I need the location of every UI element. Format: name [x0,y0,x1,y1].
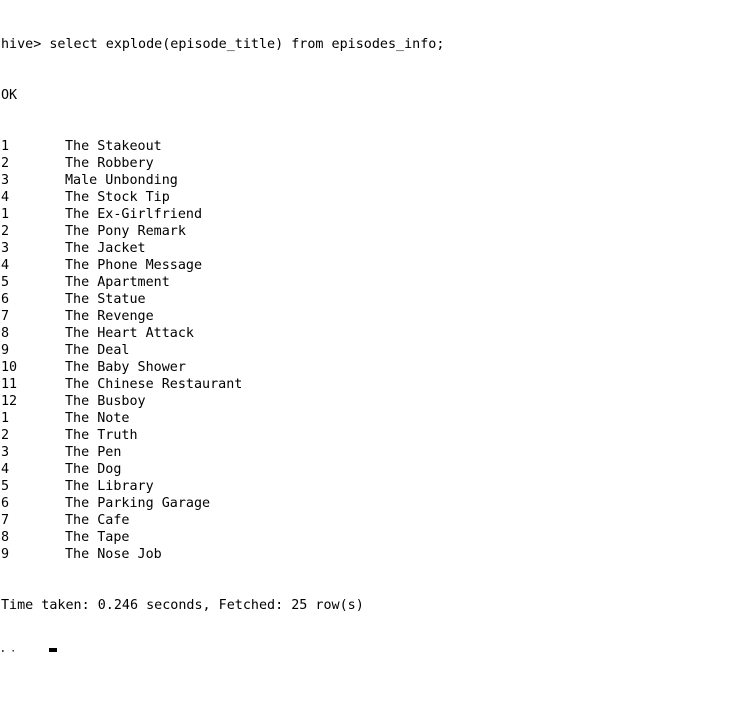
episode-title: The Parking Garage [65,496,211,511]
result-row: 8 The Tape [1,529,740,546]
episode-title: The Dog [65,462,122,477]
result-row: 3 The Pen [1,444,740,461]
episode-title: The Pen [65,445,122,460]
row-number: 4 [1,190,10,205]
result-row: 9 The Deal [1,342,740,359]
row-number: 3 [1,445,10,460]
row-number: 4 [1,258,10,273]
episode-title: The Tape [65,530,130,545]
episode-title: The Cafe [65,513,130,528]
result-row: 2 The Robbery [1,155,740,172]
result-row: 7 The Revenge [1,308,740,325]
row-number: 8 [1,326,10,341]
row-number: 10 [1,360,18,375]
row-number: 12 [1,394,18,409]
terminal-window[interactable]: hive> select explode(episode_title) from… [0,0,740,652]
result-row: 5 The Library [1,478,740,495]
result-row: 1 The Stakeout [1,138,740,155]
result-row: 2 The Truth [1,427,740,444]
episode-title: The Jacket [65,241,146,256]
result-row: 3 Male Unbonding [1,172,740,189]
result-row: 12 The Busboy [1,393,740,410]
row-number: 9 [1,547,10,562]
episode-title: The Robbery [65,156,154,171]
result-row: 8 The Heart Attack [1,325,740,342]
episode-title: The Statue [65,292,146,307]
episode-title: The Nose Job [65,547,162,562]
result-row: 4 The Stock Tip [1,189,740,206]
episode-title: Male Unbonding [65,173,178,188]
episode-title: The Pony Remark [65,224,186,239]
episode-title: The Heart Attack [65,326,194,341]
time-taken-summary: Time taken: 0.246 seconds, Fetched: 25 r… [1,598,364,613]
row-number: 5 [1,479,10,494]
result-row: 1 The Ex-Girlfriend [1,206,740,223]
result-row: 6 The Parking Garage [1,495,740,512]
row-number: 2 [1,224,10,239]
text-cursor [49,648,57,652]
result-row: 3 The Jacket [1,240,740,257]
episode-title: The Chinese Restaurant [65,377,243,392]
episode-title: The Stakeout [65,139,162,154]
result-row: 4 The Phone Message [1,257,740,274]
result-row: 9 The Nose Job [1,546,740,563]
result-row: 11 The Chinese Restaurant [1,376,740,393]
row-number: 11 [1,377,18,392]
row-number: 1 [1,411,10,426]
episode-title: The Deal [65,343,130,358]
ok-status: OK [1,88,18,103]
episode-title: The Stock Tip [65,190,170,205]
next-prompt: hive> [1,649,42,664]
row-number: 7 [1,309,10,324]
row-number: 3 [1,241,10,256]
row-number: 3 [1,173,10,188]
episode-title: The Library [65,479,154,494]
row-number: 1 [1,207,10,222]
row-number: 6 [1,292,10,307]
row-number: 2 [1,156,10,171]
row-number: 4 [1,462,10,477]
next-prompt-line[interactable]: hive> [1,648,740,665]
result-row: 4 The Dog [1,461,740,478]
row-number: 2 [1,428,10,443]
row-number: 9 [1,343,10,358]
row-number: 7 [1,513,10,528]
result-row: 10 The Baby Shower [1,359,740,376]
episode-title: The Baby Shower [65,360,186,375]
row-number: 6 [1,496,10,511]
episode-title: The Revenge [65,309,154,324]
episode-title: The Truth [65,428,138,443]
result-row: 1 The Note [1,410,740,427]
result-row: 6 The Statue [1,291,740,308]
episode-title: The Apartment [65,275,170,290]
row-number: 1 [1,139,10,154]
episode-title: The Phone Message [65,258,203,273]
result-row: 7 The Cafe [1,512,740,529]
row-number: 8 [1,530,10,545]
episode-title: The Note [65,411,130,426]
result-rows: 1 The Stakeout 2 The Robbery 3 Male Unbonding… [1,138,740,563]
result-row: 2 The Pony Remark [1,223,740,240]
row-number: 5 [1,275,10,290]
episode-title: The Ex-Girlfriend [65,207,203,222]
result-row: 5 The Apartment [1,274,740,291]
episode-title: The Busboy [65,394,146,409]
command-line: hive> select explode(episode_title) from… [1,37,445,52]
